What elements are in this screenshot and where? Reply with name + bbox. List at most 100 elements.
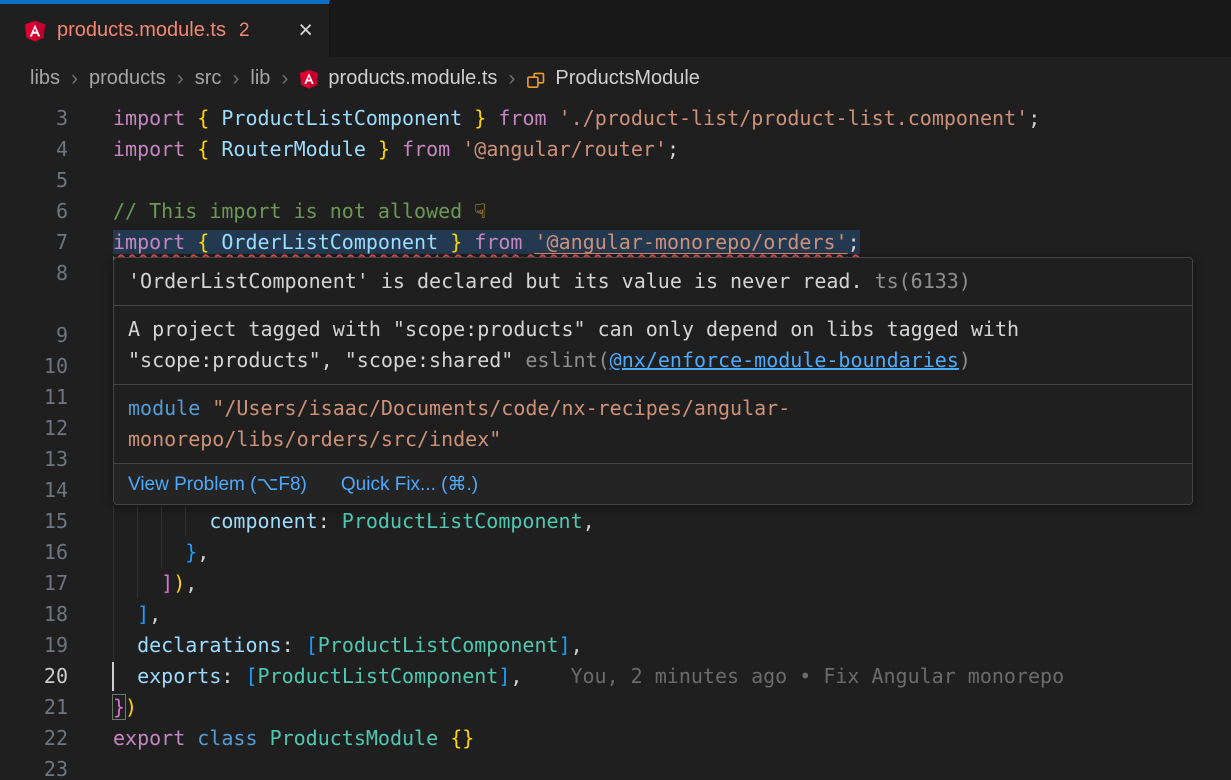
breadcrumb-file[interactable]: products.module.ts (299, 67, 497, 90)
code-token: exports (137, 664, 221, 688)
line-content: import { ProductListComponent } from './… (113, 103, 1040, 134)
line-number[interactable]: 15 (0, 506, 68, 537)
code-token: class (197, 726, 257, 750)
breadcrumb-item-src[interactable]: src (195, 67, 222, 90)
code-token (113, 602, 137, 626)
chevron-right-icon: › (508, 67, 515, 91)
code-token: } (474, 106, 486, 130)
code-token: } (113, 695, 125, 719)
line-number[interactable] (0, 289, 68, 320)
breadcrumb-item-products[interactable]: products (89, 67, 166, 90)
line-number[interactable]: 10 (0, 351, 68, 382)
tab-products-module[interactable]: products.module.ts 2 × (0, 0, 330, 57)
code-token: : (221, 664, 245, 688)
line-content: export class ProductsModule {} (113, 723, 474, 754)
quick-fix-button[interactable]: Quick Fix... (⌘.) (341, 473, 478, 496)
code-line-16[interactable]: 16 }, (0, 537, 1231, 568)
code-token: , (510, 664, 522, 688)
line-content: ], (113, 599, 161, 630)
code-token: } (450, 230, 462, 254)
indent-guide (113, 537, 114, 568)
code-line-18[interactable]: 18 ], (0, 599, 1231, 630)
code-token (486, 106, 498, 130)
code-line-15[interactable]: 15 component: ProductListComponent, (0, 506, 1231, 537)
line-number[interactable]: 11 (0, 382, 68, 413)
code-line-19[interactable]: 19 declarations: [ProductListComponent], (0, 630, 1231, 661)
line-number[interactable]: 16 (0, 537, 68, 568)
code-token (462, 106, 474, 130)
code-token (547, 106, 559, 130)
code-line-7[interactable]: 7 import { OrderListComponent } from '@an… (0, 227, 1231, 258)
code-token (185, 726, 197, 750)
code-token (185, 137, 197, 161)
line-number[interactable]: 17 (0, 568, 68, 599)
angular-icon (299, 69, 319, 89)
hover-eslint-line1: A project tagged with "scope:products" c… (128, 314, 1178, 345)
code-token: { (197, 137, 209, 161)
git-blame-annotation: You, 2 minutes ago • Fix Angular monorep… (570, 664, 1064, 688)
code-token: ProductListComponent (342, 509, 583, 533)
code-token (522, 230, 534, 254)
line-number[interactable]: 7 (0, 227, 68, 258)
code-line-5[interactable]: 5 (0, 165, 1231, 196)
chevron-right-icon: › (177, 67, 184, 91)
code-token: export (113, 726, 185, 750)
line-number[interactable]: 18 (0, 599, 68, 630)
code-line-23[interactable]: 23 (0, 754, 1231, 780)
line-number[interactable]: 21 (0, 692, 68, 723)
line-number[interactable]: 12 (0, 413, 68, 444)
code-token: , (583, 509, 595, 533)
line-number[interactable]: 13 (0, 444, 68, 475)
line-content: import { OrderListComponent } from '@ang… (113, 227, 860, 258)
line-number[interactable]: 3 (0, 103, 68, 134)
code-token: } (185, 540, 197, 564)
code-line-3[interactable]: 3 import { ProductListComponent } from '.… (0, 103, 1231, 134)
line-number[interactable]: 22 (0, 723, 68, 754)
line-number[interactable]: 9 (0, 320, 68, 351)
code-line-21[interactable]: 21}) (0, 692, 1231, 723)
code-line-4[interactable]: 4import { RouterModule } from '@angular/… (0, 134, 1231, 165)
line-number[interactable]: 20 (0, 661, 68, 692)
code-token (258, 726, 270, 750)
code-token: ☟ (474, 199, 486, 223)
line-number[interactable]: 4 (0, 134, 68, 165)
code-token: ] (137, 602, 149, 626)
line-content: ]), (113, 568, 197, 599)
vscode-editor-window: products.module.ts 2 × libs › products ›… (0, 0, 1231, 780)
code-token: ] (498, 664, 510, 688)
code-line-17[interactable]: 17 ]), (0, 568, 1231, 599)
code-token: , (197, 540, 209, 564)
code-line-6[interactable]: 6 // This import is not allowed ☟ (0, 196, 1231, 227)
line-number[interactable]: 14 (0, 475, 68, 506)
code-token: import (113, 106, 185, 130)
code-token (366, 137, 378, 161)
breadcrumb: libs › products › src › lib › products.m… (0, 57, 1231, 100)
code-line-22[interactable]: 22 export class ProductsModule {} (0, 723, 1231, 754)
indent-guide (137, 537, 138, 568)
breadcrumb-item-libs[interactable]: libs (30, 67, 60, 90)
line-number[interactable]: 6 (0, 196, 68, 227)
breadcrumb-symbol[interactable]: ProductsModule (526, 67, 700, 90)
close-icon[interactable]: × (298, 18, 313, 43)
code-line-20[interactable]: 20 exports: [ProductListComponent],You, … (0, 661, 1231, 692)
breadcrumb-item-lib[interactable]: lib (250, 67, 270, 90)
code-token: declarations (137, 633, 282, 657)
code-token: // This import is not allowed (113, 199, 474, 223)
eslint-rule-link[interactable]: @nx/enforce-module-boundaries (610, 348, 959, 372)
line-number[interactable]: 8 (0, 258, 68, 289)
code-token: from (474, 230, 522, 254)
tab-bar: products.module.ts 2 × (0, 0, 1231, 57)
line-number[interactable]: 19 (0, 630, 68, 661)
tab-title: products.module.ts (57, 19, 226, 42)
indent-guide (113, 630, 114, 661)
hover-module-line1: module "/Users/isaac/Documents/code/nx-r… (128, 393, 1178, 424)
line-number[interactable]: 5 (0, 165, 68, 196)
code-token (209, 106, 221, 130)
tab-problems-badge: 2 (239, 20, 250, 42)
view-problem-button[interactable]: View Problem (⌥F8) (128, 473, 307, 496)
code-token: , (571, 633, 583, 657)
code-token (113, 540, 185, 564)
line-content: declarations: [ProductListComponent], (113, 630, 583, 661)
line-number[interactable]: 23 (0, 754, 68, 780)
code-token (438, 726, 450, 750)
